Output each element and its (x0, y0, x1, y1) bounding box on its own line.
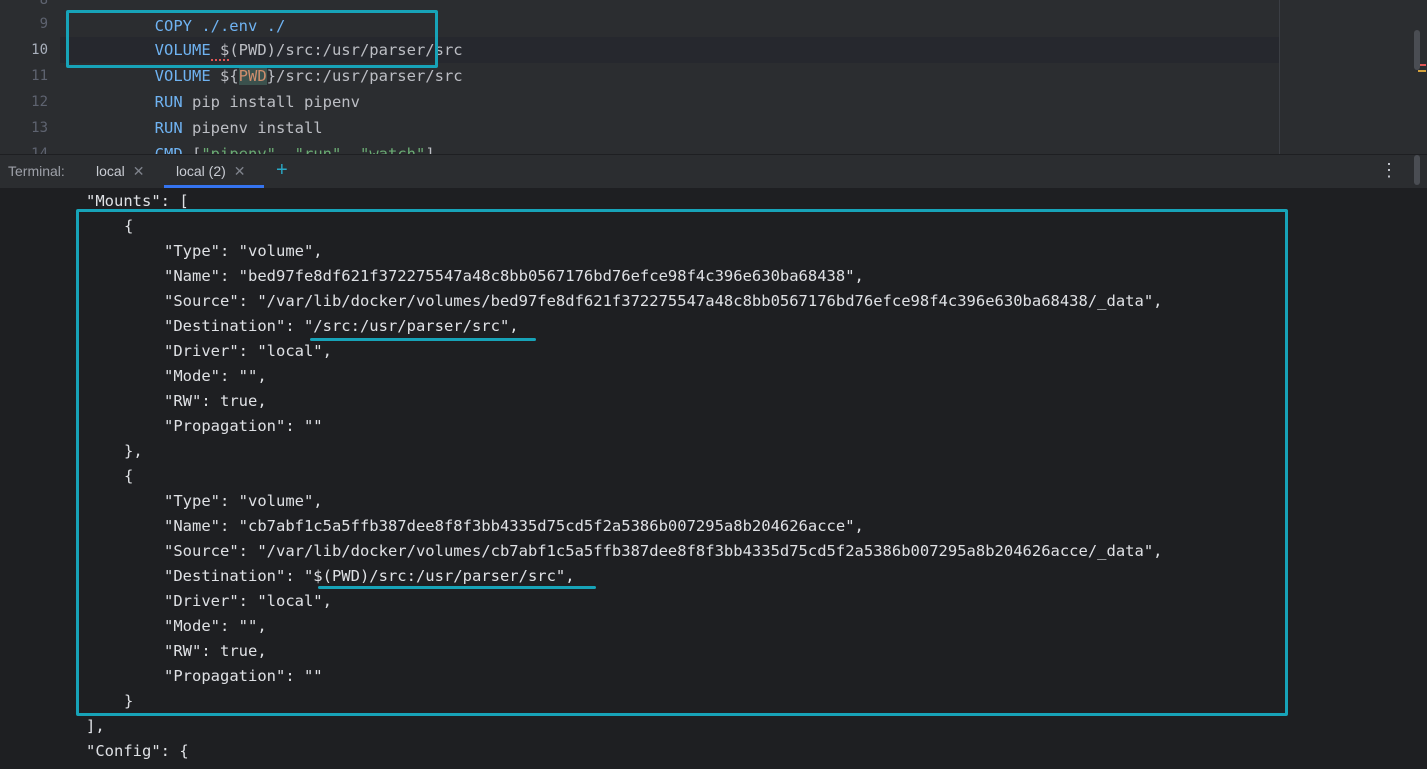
terminal-tab-bar: Terminal: local ✕ local (2) ✕ + ⋮ (0, 154, 1427, 188)
code-editor[interactable]: 8 9 10 11 12 13 14 COPY ./.env ./ VOLUME… (0, 0, 1427, 154)
line-number: 14 (31, 146, 48, 154)
tab-bar-scrollbar[interactable] (1414, 155, 1420, 185)
dockerfile-keyword: CMD (154, 145, 183, 154)
annotation-box-editor (66, 10, 438, 68)
string-literal: "run" (294, 145, 342, 154)
line-number-current: 10 (31, 42, 48, 58)
line-number: 12 (31, 94, 48, 110)
tab-label: local (2) (176, 163, 226, 179)
code-line-12[interactable]: RUN pipenv install (80, 89, 323, 137)
terminal-label: Terminal: (8, 163, 65, 179)
annotation-underline-destination-1 (310, 338, 536, 341)
code-line-13[interactable]: CMD ["pipenv", "run", "watch"] (80, 115, 435, 154)
line-number-gutter: 8 9 10 11 12 13 14 (0, 0, 60, 154)
line-number: 9 (39, 16, 48, 32)
warning-stripe-marker[interactable] (1418, 70, 1426, 72)
annotation-underline-destination-2 (318, 586, 596, 589)
annotation-box-mounts (76, 209, 1288, 716)
ide-window: 8 9 10 11 12 13 14 COPY ./.env ./ VOLUME… (0, 0, 1427, 769)
line-number: 13 (31, 120, 48, 136)
tab-local[interactable]: local ✕ (96, 155, 145, 188)
close-icon[interactable]: ✕ (234, 163, 246, 179)
code-text: , (341, 145, 360, 154)
tab-local-2[interactable]: local (2) ✕ (164, 155, 264, 188)
code-text: ] (425, 145, 435, 154)
string-literal: "pipenv" (201, 145, 276, 154)
close-icon[interactable]: ✕ (133, 163, 145, 179)
editor-scrollbar[interactable] (1414, 30, 1420, 70)
string-literal: "watch" (360, 145, 426, 154)
tab-label: local (96, 163, 125, 179)
terminal-line: "Config": { (86, 742, 189, 760)
terminal-output[interactable]: "Mounts": [ { "Type": "volume", "Name": … (0, 188, 1427, 769)
more-options-icon[interactable]: ⋮ (1380, 160, 1398, 181)
terminal-line: ], (86, 717, 105, 735)
editor-right-margin (1280, 0, 1427, 154)
code-text: , (275, 145, 295, 154)
new-tab-plus-icon[interactable]: + (276, 159, 288, 182)
line-number: 11 (31, 68, 48, 84)
code-text: [ (182, 145, 202, 154)
